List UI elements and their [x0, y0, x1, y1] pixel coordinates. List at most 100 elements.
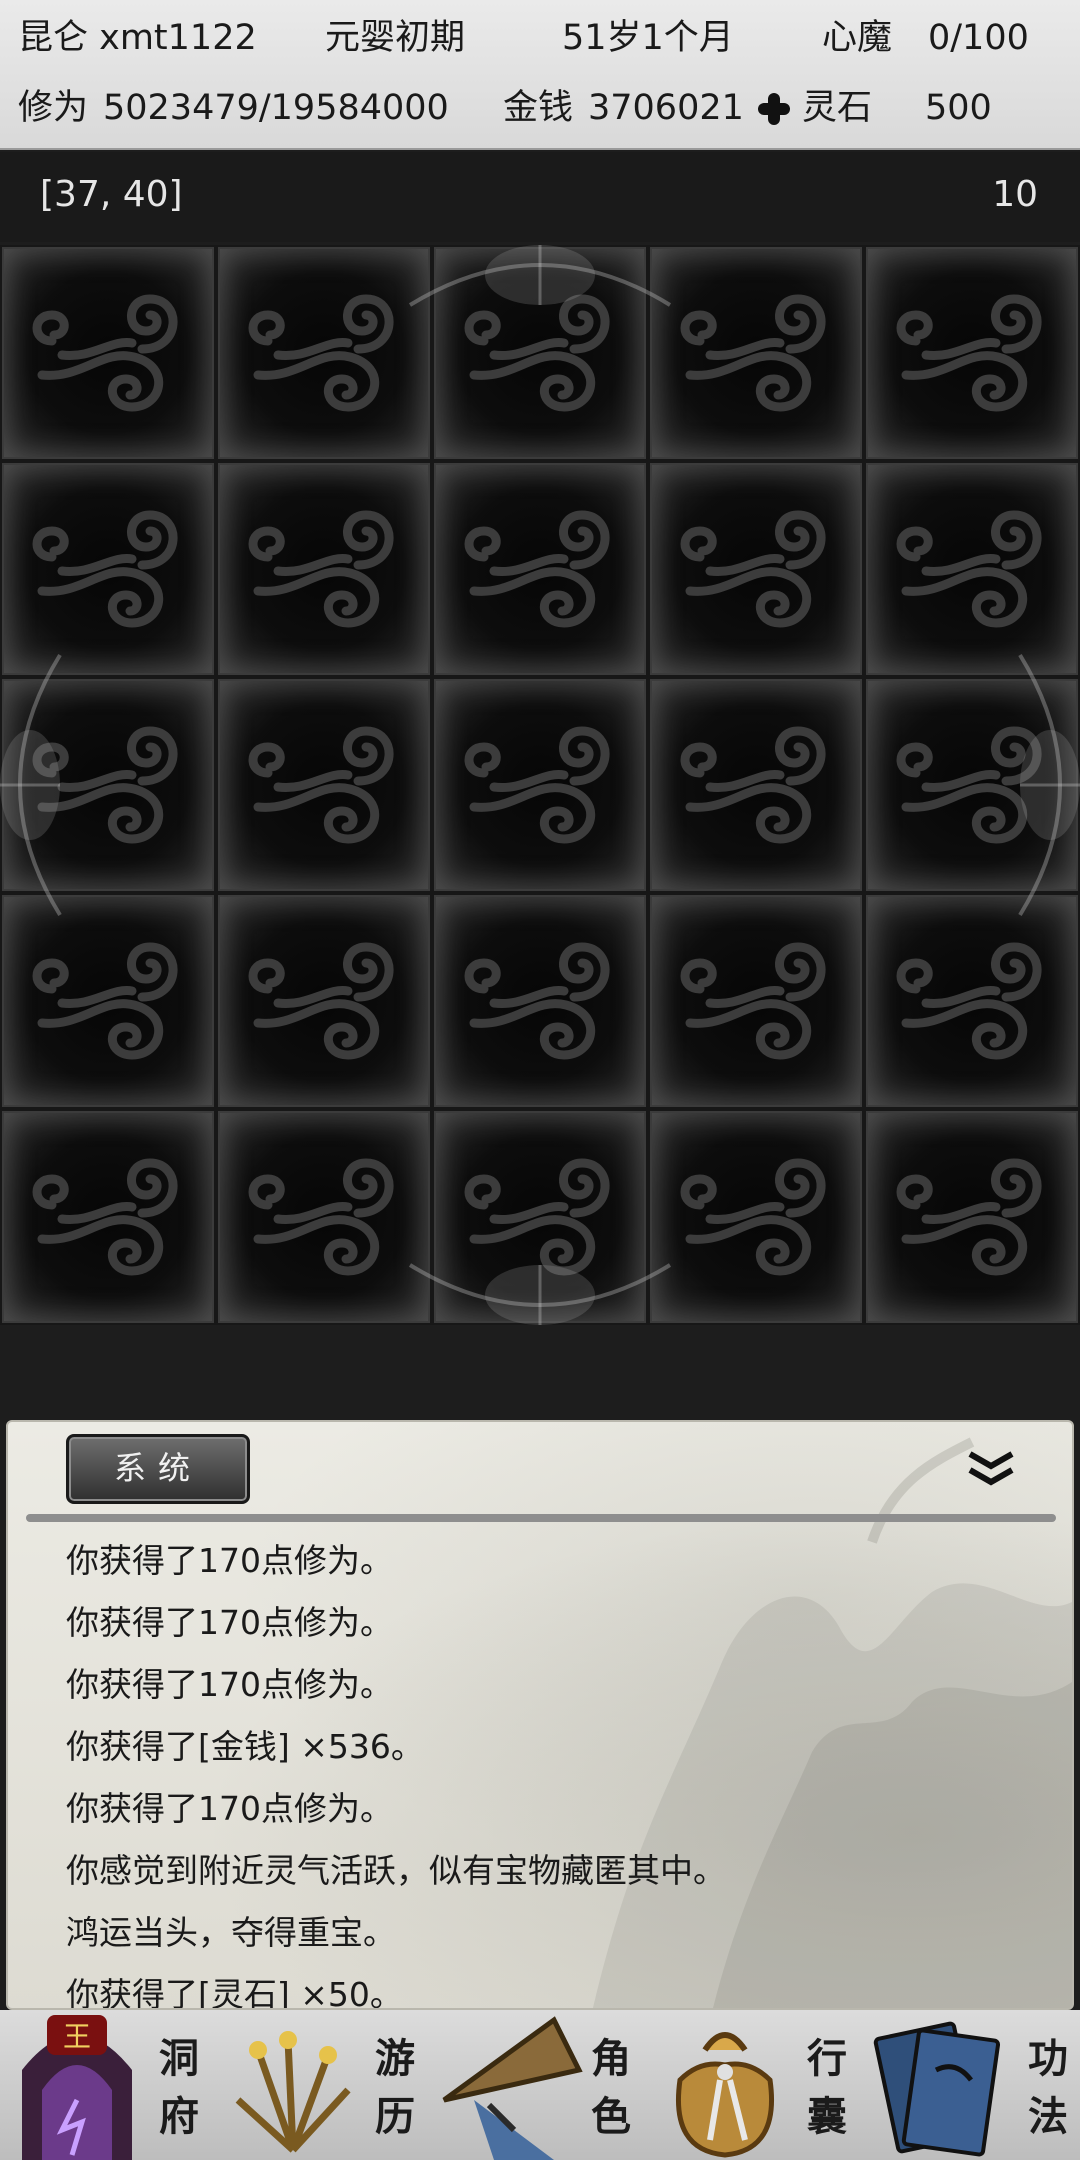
- cultivation-label: 修为: [18, 88, 89, 128]
- nav-item-skills[interactable]: 功法: [864, 2010, 1080, 2160]
- nav-label-line2: 囊: [807, 2093, 847, 2140]
- nav-item-bag[interactable]: 行囊: [648, 2010, 864, 2160]
- move-down-button[interactable]: [400, 1255, 680, 1325]
- message-log: 系统 你获得了170点修为。 你获得了170点修为。 你获得了170点修为。 你获得了…: [6, 1420, 1074, 2010]
- status-header: 昆仑 xmt1122 元婴初期 51岁1个月 心魔 0/100 修为 50234…: [0, 0, 1080, 150]
- map-tile[interactable]: [434, 463, 646, 675]
- cloud-icon: [32, 510, 178, 628]
- map-grid: [0, 245, 1080, 1325]
- cloud-icon: [680, 510, 826, 628]
- cloud-icon: [680, 942, 826, 1060]
- demon-label: 心魔: [822, 18, 893, 58]
- nav-label: 洞府: [155, 2030, 203, 2146]
- map-tile[interactable]: [434, 895, 646, 1107]
- nav-item-character[interactable]: 角色: [432, 2010, 648, 2160]
- map-spacer: [0, 1325, 1080, 1420]
- log-line: 鸿运当头，夺得重宝。: [66, 1913, 396, 1952]
- cloud-icon: [32, 1158, 178, 1276]
- cloud-icon: [464, 726, 610, 844]
- cloud-icon: [32, 942, 178, 1060]
- nav-label-line2: 色: [591, 2093, 631, 2140]
- nav-label-line1: 行: [807, 2035, 847, 2082]
- map-tile[interactable]: [218, 895, 430, 1107]
- map-tile[interactable]: [650, 1111, 862, 1323]
- nav-label: 功法: [1024, 2030, 1072, 2146]
- nav-label-line1: 功: [1028, 2035, 1068, 2082]
- age-label: 51岁1个月: [562, 18, 734, 58]
- demon-value: 0/100: [928, 18, 1029, 58]
- log-line: 你获得了[金钱] ×536。: [66, 1727, 424, 1766]
- plus-icon: [754, 89, 794, 129]
- cloud-icon: [248, 294, 394, 412]
- map-coordinates: [37, 40]: [40, 174, 183, 215]
- cloud-icon: [680, 1158, 826, 1276]
- stone-value: 500: [925, 88, 992, 128]
- map-tile[interactable]: [650, 463, 862, 675]
- step-counter: 10: [992, 174, 1038, 215]
- cloud-icon: [248, 1158, 394, 1276]
- log-line: 你获得了170点修为。: [66, 1541, 393, 1580]
- log-line: 你获得了170点修为。: [66, 1789, 393, 1828]
- map-tile[interactable]: [2, 895, 214, 1107]
- stone-label: 灵石: [802, 88, 873, 128]
- nav-label: 行囊: [803, 2030, 851, 2146]
- cloud-icon: [464, 942, 610, 1060]
- player-name: 昆仑 xmt1122: [18, 18, 257, 58]
- cloud-icon: [896, 942, 1042, 1060]
- tab-system[interactable]: 系统: [66, 1434, 250, 1504]
- log-line: 你感觉到附近灵气活跃，似有宝物藏匿其中。: [66, 1851, 726, 1890]
- cloud-icon: [464, 510, 610, 628]
- add-stone-button[interactable]: [754, 88, 794, 129]
- map-tile[interactable]: [2, 1111, 214, 1323]
- move-up-button[interactable]: [400, 245, 680, 315]
- money-label: 金钱: [503, 88, 574, 128]
- cloud-icon: [248, 942, 394, 1060]
- map-tile[interactable]: [218, 463, 430, 675]
- map-tile[interactable]: [218, 247, 430, 459]
- cloud-icon: [248, 510, 394, 628]
- move-left-button[interactable]: [0, 645, 70, 925]
- cloud-icon: [680, 294, 826, 412]
- cloud-icon: [248, 726, 394, 844]
- cloud-icon: [896, 510, 1042, 628]
- nav-label-line1: 角: [591, 2035, 631, 2082]
- map-tile[interactable]: [2, 463, 214, 675]
- collapse-chevron-icon[interactable]: [966, 1450, 1016, 1490]
- cloud-icon: [32, 294, 178, 412]
- coordinate-bar: [37, 40] 10: [0, 152, 1080, 242]
- nav-label-line1: 洞: [159, 2035, 199, 2082]
- log-divider: [26, 1514, 1056, 1522]
- nav-label: 角色: [587, 2030, 635, 2146]
- money-value: 3706021: [588, 88, 744, 128]
- nav-item-cave[interactable]: 王 洞府: [0, 2010, 216, 2160]
- bottom-nav: 王 洞府 游历 角色 行囊 功法: [0, 2010, 1080, 2160]
- cloud-icon: [896, 1158, 1042, 1276]
- map-tile[interactable]: [650, 247, 862, 459]
- map-tile[interactable]: [866, 463, 1078, 675]
- log-line: 你获得了[灵石] ×50。: [66, 1975, 403, 2010]
- map-tile[interactable]: [218, 1111, 430, 1323]
- log-line: 你获得了170点修为。: [66, 1603, 393, 1642]
- map-tile[interactable]: [650, 895, 862, 1107]
- nav-label-line2: 法: [1028, 2093, 1068, 2140]
- nav-label: 游历: [371, 2030, 419, 2146]
- map-tile[interactable]: [866, 247, 1078, 459]
- map-tile[interactable]: [218, 679, 430, 891]
- nav-label-line2: 历: [375, 2093, 415, 2140]
- nav-label-line1: 游: [375, 2035, 415, 2082]
- nav-item-travel[interactable]: 游历: [216, 2010, 432, 2160]
- realm-label: 元婴初期: [325, 18, 466, 58]
- map-tile[interactable]: [866, 1111, 1078, 1323]
- cloud-icon: [896, 294, 1042, 412]
- log-list: 你获得了170点修为。 你获得了170点修为。 你获得了170点修为。 你获得了[金钱…: [66, 1530, 726, 2010]
- move-right-button[interactable]: [1010, 645, 1080, 925]
- cloud-icon: [680, 726, 826, 844]
- cultivation-value: 5023479/19584000: [103, 88, 449, 128]
- map-tile[interactable]: [650, 679, 862, 891]
- map-tile[interactable]: [866, 895, 1078, 1107]
- nav-label-line2: 府: [159, 2093, 199, 2140]
- badge-text: 王: [63, 2020, 91, 2053]
- map-tile[interactable]: [2, 247, 214, 459]
- map-tile[interactable]: [434, 679, 646, 891]
- log-line: 你获得了170点修为。: [66, 1665, 393, 1704]
